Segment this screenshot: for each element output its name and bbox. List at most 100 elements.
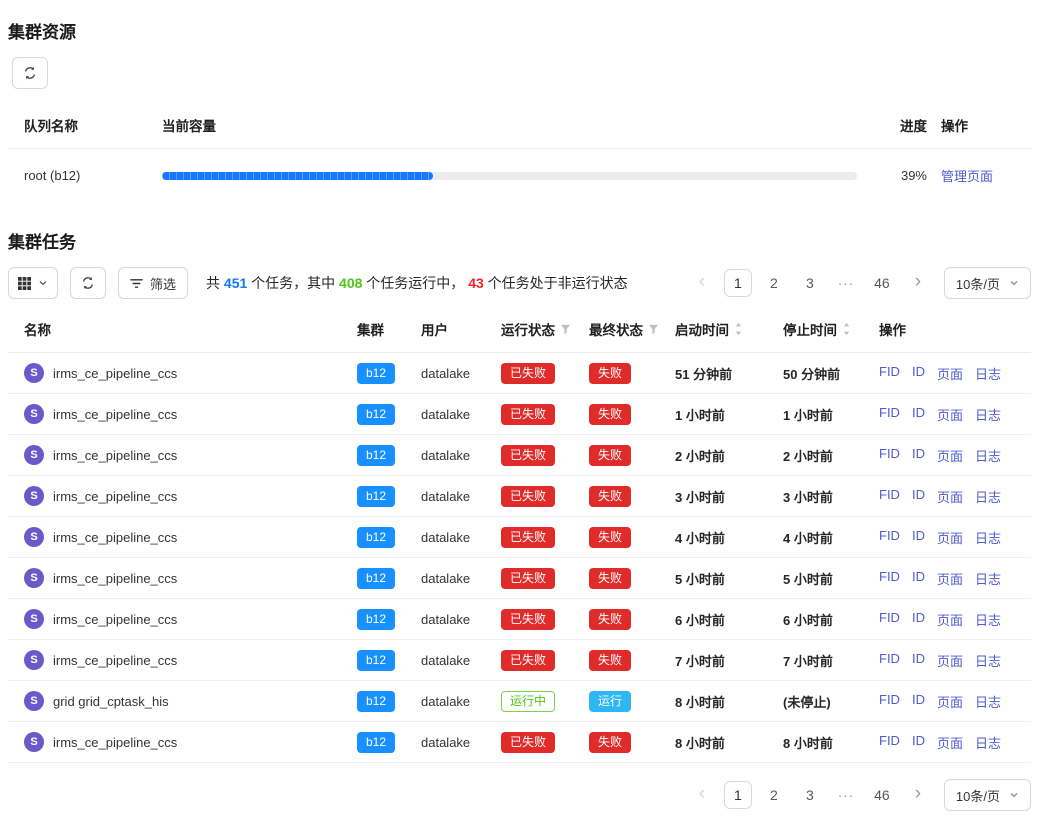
page-link[interactable]: 页面 <box>937 733 963 752</box>
id-link[interactable]: ID <box>912 569 925 588</box>
tasks-refresh-button[interactable] <box>70 267 106 299</box>
pagination-prev-icon[interactable]: ‹ <box>688 781 716 809</box>
log-link[interactable]: 日志 <box>975 405 1001 424</box>
tasks-header-final-state: 最终状态 <box>589 319 675 339</box>
task-avatar: S <box>24 650 44 670</box>
task-user: datalake <box>421 571 501 586</box>
column-settings-button[interactable] <box>8 267 58 299</box>
progress-percent: 39% <box>871 168 927 183</box>
pagination-ellipsis: ··· <box>832 269 860 297</box>
fid-link[interactable]: FID <box>879 651 900 670</box>
filter-button[interactable]: 筛选 <box>118 267 188 299</box>
fid-link[interactable]: FID <box>879 569 900 588</box>
task-user: datalake <box>421 366 501 381</box>
page-link[interactable]: 页面 <box>937 405 963 424</box>
pagination-page-46[interactable]: 46 <box>868 269 896 297</box>
pagination-page-46[interactable]: 46 <box>868 781 896 809</box>
tasks-header-run-state: 运行状态 <box>501 319 589 339</box>
log-link[interactable]: 日志 <box>975 528 1001 547</box>
cluster-badge: b12 <box>357 363 395 384</box>
id-link[interactable]: ID <box>912 364 925 383</box>
task-name: irms_ce_pipeline_ccs <box>53 530 177 545</box>
log-link[interactable]: 日志 <box>975 446 1001 465</box>
id-link[interactable]: ID <box>912 610 925 629</box>
page-link[interactable]: 页面 <box>937 651 963 670</box>
fid-link[interactable]: FID <box>879 405 900 424</box>
filter-funnel-icon[interactable] <box>648 324 659 335</box>
final-state-badge: 失败 <box>589 609 631 630</box>
resources-table-body: root (b12) 39% 管理页面 <box>8 149 1031 202</box>
cluster-badge: b12 <box>357 445 395 466</box>
final-state-badge: 失败 <box>589 568 631 589</box>
task-avatar: S <box>24 609 44 629</box>
manage-page-link[interactable]: 管理页面 <box>941 169 993 184</box>
fid-link[interactable]: FID <box>879 692 900 711</box>
pagination-page-2[interactable]: 2 <box>760 269 788 297</box>
pagination-page-2[interactable]: 2 <box>760 781 788 809</box>
filter-funnel-icon[interactable] <box>560 324 571 335</box>
page-link[interactable]: 页面 <box>937 487 963 506</box>
log-link[interactable]: 日志 <box>975 364 1001 383</box>
tasks-header-start-time: 启动时间 <box>675 319 783 339</box>
pagination-next-icon[interactable]: › <box>904 781 932 809</box>
page-size-select[interactable]: 10条/页 <box>944 779 1031 811</box>
id-link[interactable]: ID <box>912 446 925 465</box>
pagination-next-icon[interactable]: › <box>904 269 932 297</box>
tasks-header-user: 用户 <box>421 319 501 339</box>
pagination-prev-icon[interactable]: ‹ <box>688 269 716 297</box>
log-link[interactable]: 日志 <box>975 733 1001 752</box>
fid-link[interactable]: FID <box>879 733 900 752</box>
grid-icon <box>18 277 31 290</box>
task-name: irms_ce_pipeline_ccs <box>53 407 177 422</box>
pagination-page-1[interactable]: 1 <box>724 269 752 297</box>
page-link[interactable]: 页面 <box>937 610 963 629</box>
table-row: S irms_ce_pipeline_ccs b12 datalake 已失败 … <box>8 435 1031 476</box>
log-link[interactable]: 日志 <box>975 569 1001 588</box>
page-link[interactable]: 页面 <box>937 692 963 711</box>
page-link[interactable]: 页面 <box>937 446 963 465</box>
sorter-icon[interactable] <box>734 322 743 336</box>
table-row: S irms_ce_pipeline_ccs b12 datalake 已失败 … <box>8 394 1031 435</box>
tasks-header-actions: 操作 <box>879 319 1031 339</box>
page-link[interactable]: 页面 <box>937 569 963 588</box>
final-state-badge: 运行 <box>589 691 631 712</box>
stop-time: 4 小时前 <box>783 528 879 547</box>
fid-link[interactable]: FID <box>879 364 900 383</box>
stop-time: 1 小时前 <box>783 405 879 424</box>
page-link[interactable]: 页面 <box>937 364 963 383</box>
cluster-badge: b12 <box>357 568 395 589</box>
summary-count-blue: 451 <box>224 275 247 291</box>
final-state-badge: 失败 <box>589 445 631 466</box>
id-link[interactable]: ID <box>912 651 925 670</box>
log-link[interactable]: 日志 <box>975 487 1001 506</box>
run-state-badge: 运行中 <box>501 691 555 712</box>
run-state-badge: 已失败 <box>501 732 555 753</box>
id-link[interactable]: ID <box>912 487 925 506</box>
sorter-icon[interactable] <box>842 322 851 336</box>
resources-header-progress: 进度 <box>871 115 927 135</box>
summary-text: 个任务处于非运行状态 <box>484 275 628 291</box>
task-avatar: S <box>24 691 44 711</box>
page-size-select[interactable]: 10条/页 <box>944 267 1031 299</box>
resources-title: 集群资源 <box>8 18 1031 43</box>
cluster-badge: b12 <box>357 527 395 548</box>
pagination-page-3[interactable]: 3 <box>796 269 824 297</box>
page-link[interactable]: 页面 <box>937 528 963 547</box>
pagination-page-3[interactable]: 3 <box>796 781 824 809</box>
id-link[interactable]: ID <box>912 733 925 752</box>
log-link[interactable]: 日志 <box>975 692 1001 711</box>
resources-refresh-button[interactable] <box>12 57 48 89</box>
fid-link[interactable]: FID <box>879 446 900 465</box>
id-link[interactable]: ID <box>912 692 925 711</box>
id-link[interactable]: ID <box>912 528 925 547</box>
log-link[interactable]: 日志 <box>975 610 1001 629</box>
fid-link[interactable]: FID <box>879 528 900 547</box>
id-link[interactable]: ID <box>912 405 925 424</box>
pagination-page-1[interactable]: 1 <box>724 781 752 809</box>
fid-link[interactable]: FID <box>879 487 900 506</box>
task-name: grid grid_cptask_his <box>53 694 169 709</box>
fid-link[interactable]: FID <box>879 610 900 629</box>
tasks-title: 集群任务 <box>8 228 1031 253</box>
log-link[interactable]: 日志 <box>975 651 1001 670</box>
task-avatar: S <box>24 527 44 547</box>
